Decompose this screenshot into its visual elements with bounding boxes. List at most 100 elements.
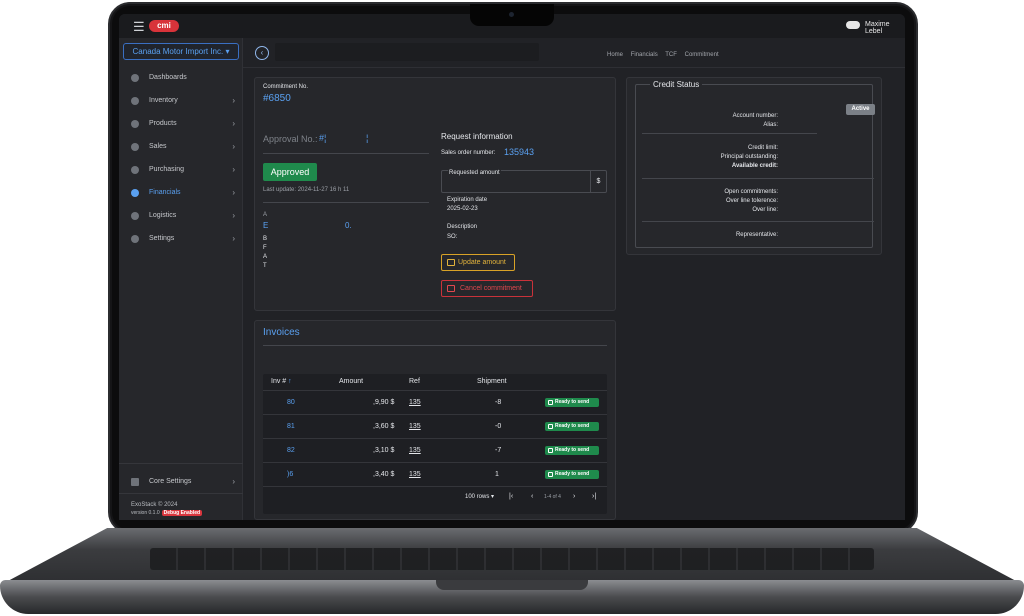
chevron-right-icon: › [232,234,235,243]
credit-status-fieldset: Credit Status Active Account number: Ali… [635,80,875,248]
trash-icon [447,285,455,292]
invoice-ref[interactable]: 135 [409,471,421,478]
divider-line [263,345,607,346]
invoice-shipment: 1 [495,471,499,478]
description-label: Description [447,224,478,230]
sidebar-item-core-settings[interactable]: Core Settings › [127,474,239,490]
dashboard-icon [131,74,139,82]
sidebar-item-products[interactable]: Products › [127,116,239,132]
sidebar-item-sales[interactable]: Sales › [127,139,239,155]
search-bar[interactable] [275,43,539,61]
mail-icon [548,400,553,405]
keyboard [150,548,874,570]
divider-line [642,133,817,134]
alias-label: Alias: [763,122,778,128]
invoice-number[interactable]: )6 [287,471,293,478]
mail-icon [548,448,553,453]
divider-line [642,178,874,179]
sidebar-item-purchasing[interactable]: Purchasing › [127,162,239,178]
status-badge: Approved [263,163,317,181]
sidebar-item-settings[interactable]: Settings › [127,231,239,247]
inventory-icon [131,97,139,105]
table-row[interactable]: 81 ,3,60 $ 135 -0 Ready to send [263,414,607,438]
divider-line [263,153,429,154]
sidebar-item-label: Settings [149,235,175,242]
sidebar-item-label: Logistics [149,212,177,219]
camera-icon [509,12,514,17]
table-row[interactable]: 80 ,9,90 $ 135 -8 Ready to send [263,390,607,414]
cancel-commitment-label: Cancel commitment [460,285,522,292]
breadcrumb-financials[interactable]: Financials [631,52,658,58]
commitment-number: #6850 [263,93,291,104]
column-header-shipment[interactable]: Shipment [477,378,507,385]
lid-thumb-notch [436,580,588,590]
column-label: Inv # [271,378,287,385]
column-header-inv[interactable]: Inv # ↑ [271,378,292,385]
open-commitments-label: Open commitments: [724,189,778,195]
company-selector[interactable]: Canada Motor Import Inc. ▾ [123,43,239,60]
products-icon [131,120,139,128]
account-number-label: Account number: [732,113,778,119]
chevron-right-icon: › [232,188,235,197]
back-button[interactable]: ‹ [255,46,269,60]
credit-status-card: Credit Status Active Account number: Ali… [626,77,882,255]
theme-toggle[interactable] [846,21,860,29]
invoice-ref[interactable]: 135 [409,399,421,406]
laptop-base [0,528,1024,616]
status-badge: Ready to send [545,470,599,479]
invoice-number[interactable]: 82 [287,447,295,454]
expiration-label: Expiration date [447,197,488,203]
partial-letter: A [263,254,268,260]
sidebar-item-dashboards[interactable]: Dashboards [127,70,239,86]
sidebar-item-inventory[interactable]: Inventory › [127,93,239,109]
last-page-button[interactable]: ›| [592,493,596,500]
table-row[interactable]: 82 ,3,10 $ 135 -7 Ready to send [263,438,607,462]
approval-value: #¦ [319,133,327,143]
status-badge: Active [846,104,875,115]
mail-icon [548,472,553,477]
last-update: Last update: 2024-11-27 16 h 11 [263,187,350,193]
sidebar-item-label: Core Settings [149,478,192,485]
invoice-ref[interactable]: 135 [409,423,421,430]
currency-symbol: $ [590,171,606,192]
next-page-button[interactable]: › [573,493,575,500]
partial-letter: F [263,245,267,251]
breadcrumb-home[interactable]: Home [607,52,623,58]
sales-order-link[interactable]: 135943 [504,147,534,157]
main-content: ‹ Home Financials TCF Commitment Commitm… [243,38,905,520]
requested-amount-label: Requested amount [448,170,501,176]
over-line-label: Over line: [752,207,778,213]
breadcrumb-tcf[interactable]: TCF [665,52,677,58]
app-logo[interactable]: cmi [149,20,179,32]
invoice-number[interactable]: 81 [287,423,295,430]
core-settings-icon [131,478,139,486]
version-text: version 0.1.0 [131,510,160,516]
table-row[interactable]: )6 ,3,40 $ 135 1 Ready to send [263,462,607,486]
status-badge: Ready to send [545,446,599,455]
prev-page-button[interactable]: ‹ [531,493,533,500]
update-amount-button[interactable]: Update amount [441,254,515,271]
truck-icon [131,212,139,220]
column-header-amount[interactable]: Amount [339,378,363,385]
sidebar-item-logistics[interactable]: Logistics › [127,208,239,224]
column-header-ref[interactable]: Ref [409,378,420,385]
financials-icon [131,189,139,197]
status-badge: Ready to send [545,398,599,407]
invoice-ref[interactable]: 135 [409,447,421,454]
status-label: Ready to send [555,423,590,429]
cancel-commitment-button[interactable]: Cancel commitment [441,280,533,297]
commitment-card: Commitment No. #6850 Approval No.: #¦ ¦ … [254,77,616,311]
requested-amount-field[interactable]: Requested amount $ [441,170,607,193]
so-label: SO: [447,234,458,240]
menu-icon[interactable]: ☰ [133,19,145,35]
invoice-number[interactable]: 80 [287,399,295,406]
representative-label: Representative: [735,232,778,238]
sidebar-item-financials[interactable]: Financials › [127,185,239,201]
partial-link-start[interactable]: E [263,221,268,230]
sidebar-divider [119,463,243,464]
chevron-right-icon: › [232,477,235,486]
first-page-button[interactable]: |‹ [509,493,513,500]
rows-per-page-select[interactable]: 100 rows ▾ [465,493,494,500]
partial-link-end[interactable]: 0. [345,221,352,230]
user-name[interactable]: Maxime Lebel [865,21,905,35]
